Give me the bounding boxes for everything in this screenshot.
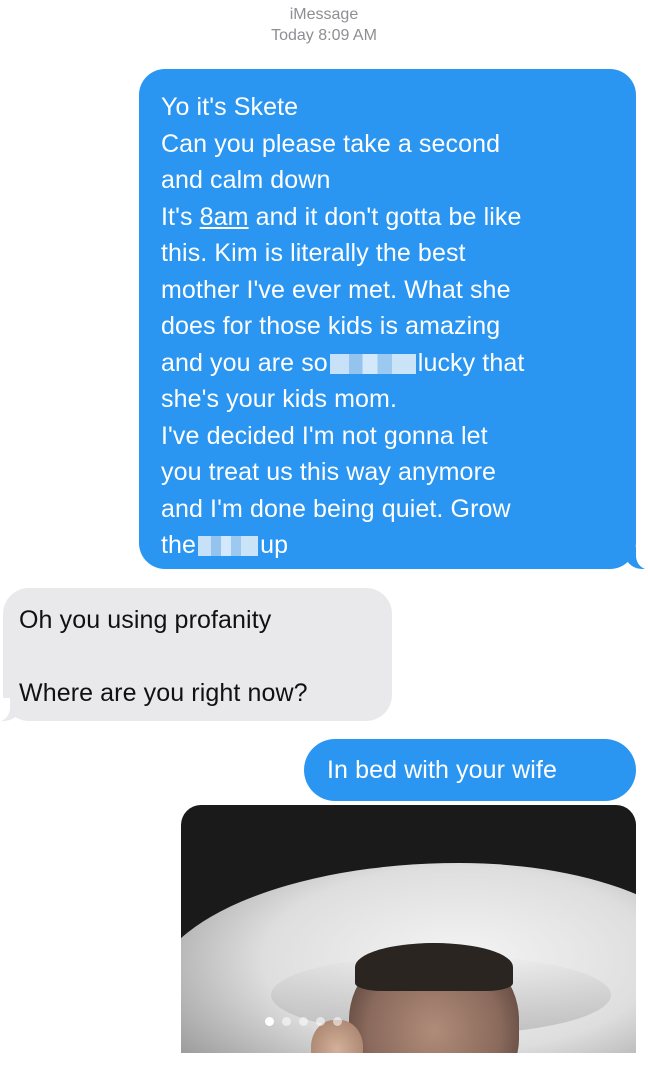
- detected-time-link[interactable]: 8am: [200, 203, 249, 231]
- message-text: and it don't gotta be like: [255, 202, 522, 231]
- message-line: and you are so lucky that: [161, 345, 616, 382]
- message-line: I've decided I'm not gonna let: [161, 421, 488, 450]
- message-line: and calm down: [161, 166, 331, 194]
- message-line: It's 8am and it don't gotta be like: [161, 199, 616, 236]
- timestamp-time: 8:09 AM: [318, 27, 377, 44]
- page-dot[interactable]: [282, 1017, 291, 1026]
- censored-word: [198, 536, 259, 557]
- message-text: up: [260, 531, 289, 559]
- page-dot[interactable]: [265, 1017, 274, 1026]
- message-line: Can you please take a second: [161, 129, 501, 158]
- message-line: Where are you right now?: [19, 678, 308, 707]
- page-dot[interactable]: [316, 1017, 325, 1026]
- conversation-header: iMessage Today 8:09 AM: [0, 4, 648, 46]
- photo-page-indicator[interactable]: [265, 1017, 342, 1026]
- censored-word: [329, 353, 416, 374]
- message-text: and you are so: [161, 348, 328, 377]
- message-line: she's your kids mom.: [161, 385, 398, 413]
- bubble-tail: [624, 546, 648, 570]
- message-line: and I'm done being quiet. Grow: [161, 494, 511, 523]
- received-message-bubble[interactable]: Oh you using profanity Where are you rig…: [3, 588, 392, 721]
- message-line: Yo it's Skete: [161, 93, 299, 121]
- service-label: iMessage: [289, 6, 359, 23]
- message-text: It's: [161, 202, 193, 231]
- message-text: the: [161, 531, 197, 559]
- sent-message-bubble[interactable]: In bed with your wife: [304, 739, 636, 801]
- message-line: Oh you using profanity: [19, 606, 272, 634]
- message-text: lucky that: [417, 348, 525, 377]
- timestamp: Today 8:09 AM: [0, 25, 648, 46]
- message-line: you treat us this way anymore: [161, 458, 496, 486]
- photo-attachment[interactable]: [181, 805, 636, 1053]
- message-line: mother I've ever met. What she: [161, 275, 511, 304]
- message-line: does for those kids is amazing: [161, 312, 501, 340]
- sent-message-bubble[interactable]: Yo it's Skete Can you please take a seco…: [139, 69, 636, 569]
- message-line: this. Kim is literally the best: [161, 239, 466, 267]
- timestamp-day: Today: [271, 27, 314, 44]
- message-line: the up: [161, 527, 616, 564]
- page-dot[interactable]: [333, 1017, 342, 1026]
- page-dot[interactable]: [299, 1017, 308, 1026]
